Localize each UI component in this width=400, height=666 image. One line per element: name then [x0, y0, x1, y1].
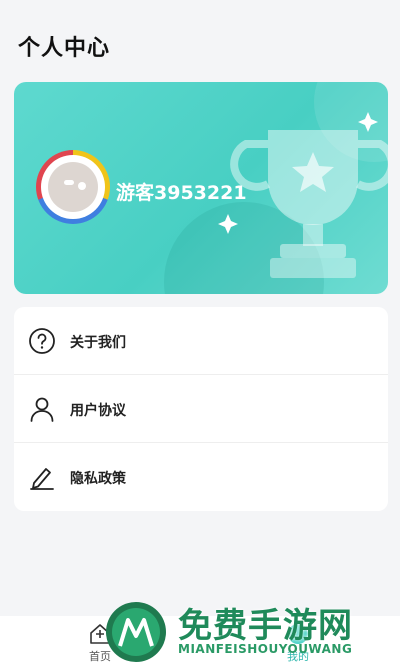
avatar[interactable] [36, 150, 110, 224]
watermark-logo-icon [106, 602, 166, 662]
trophy-icon [218, 112, 388, 278]
watermark: 免费手游网 MIANFEISHOUYOUWANG [100, 596, 400, 666]
watermark-subtitle: MIANFEISHOUYOUWANG [178, 642, 353, 656]
profile-card[interactable]: 游客3953221 [14, 82, 388, 294]
user-icon [30, 397, 54, 422]
menu-item-privacy-policy[interactable]: 隐私政策 [14, 443, 388, 511]
menu-item-label: 关于我们 [70, 335, 126, 351]
edit-pen-icon [30, 468, 54, 490]
menu-item-label: 用户协议 [70, 403, 126, 419]
watermark-title: 免费手游网 [178, 606, 353, 646]
menu-item-label: 隐私政策 [70, 471, 126, 487]
menu-item-about[interactable]: 关于我们 [14, 307, 388, 375]
help-circle-icon [29, 328, 55, 354]
avatar-image [48, 162, 98, 212]
menu-item-user-agreement[interactable]: 用户协议 [14, 375, 388, 443]
page-title: 个人中心 [18, 36, 111, 61]
menu-list: 关于我们 用户协议 隐私政策 [14, 307, 388, 511]
